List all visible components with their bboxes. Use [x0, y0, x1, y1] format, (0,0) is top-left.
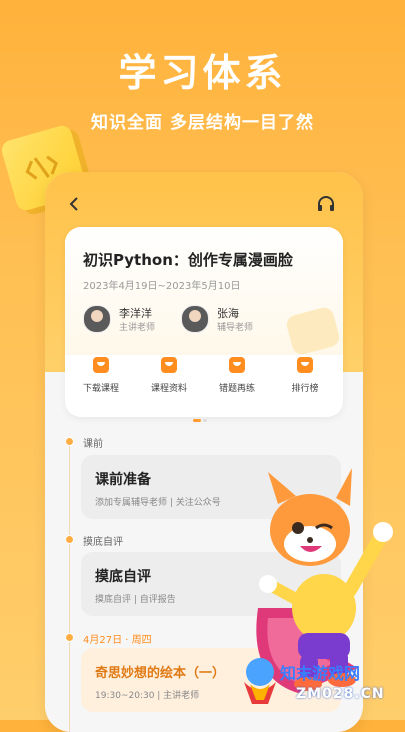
- avatar: [181, 305, 209, 333]
- action-label: 排行榜: [291, 384, 319, 394]
- lesson-title: 课前准备: [95, 472, 151, 488]
- timeline-date-label: 4月27日 · 周四: [83, 635, 152, 646]
- watermark-url: ZM028.CN: [296, 686, 385, 702]
- timeline-dot: [65, 633, 74, 642]
- page-indicator: [193, 407, 209, 426]
- timeline-dot: [65, 437, 74, 446]
- back-icon[interactable]: [69, 196, 79, 215]
- edit-icon: [229, 357, 245, 373]
- lesson-title: 奇思妙想的绘本（一）: [95, 666, 226, 681]
- leaderboard-button[interactable]: 排行榜: [273, 357, 337, 394]
- trophy-icon: [297, 357, 313, 373]
- teacher-role: 辅导老师: [217, 323, 254, 333]
- course-actions: 下载课程 课程资料 错题再练 排行榜: [65, 357, 343, 401]
- course-materials-button[interactable]: 课程资料: [137, 357, 201, 394]
- course-card[interactable]: 初识Python：创作专属漫画脸 2023年4月19日~2023年5月10日 李…: [65, 227, 343, 422]
- folder-icon: [161, 357, 177, 373]
- timeline-label: 课前: [83, 439, 103, 450]
- course-title: 初识Python：创作专属漫画脸: [83, 251, 293, 269]
- hero-title: 学习体系: [118, 51, 287, 95]
- teacher-role: 主讲老师: [119, 323, 156, 333]
- action-label: 课程资料: [150, 384, 187, 394]
- timeline-dot: [65, 535, 74, 544]
- download-course-button[interactable]: 下载课程: [69, 357, 133, 394]
- timeline-label: 摸底自评: [83, 537, 123, 548]
- lesson-subtitle: 摸底自评 | 自评报告: [95, 595, 176, 605]
- action-label: 错题再练: [218, 384, 255, 394]
- watermark-logo: 知末游戏网 ZM028.CN: [238, 650, 403, 714]
- timeline-line: [69, 442, 70, 732]
- action-label: 下载课程: [82, 384, 119, 394]
- lesson-title: 摸底自评: [95, 569, 151, 585]
- download-icon: [93, 357, 109, 373]
- mistake-practice-button[interactable]: 错题再练: [205, 357, 269, 394]
- teacher-name: 张海: [217, 307, 239, 320]
- watermark-text: 知末游戏网: [280, 664, 361, 683]
- avatar: [83, 305, 111, 333]
- headset-icon[interactable]: [317, 196, 335, 216]
- lesson-subtitle: 19:30~20:30 | 主讲老师: [95, 691, 200, 701]
- lesson-subtitle: 添加专属辅导老师 | 关注公众号: [95, 498, 221, 508]
- course-date-range: 2023年4月19日~2023年5月10日: [83, 281, 241, 292]
- teacher-name: 李洋洋: [119, 307, 152, 320]
